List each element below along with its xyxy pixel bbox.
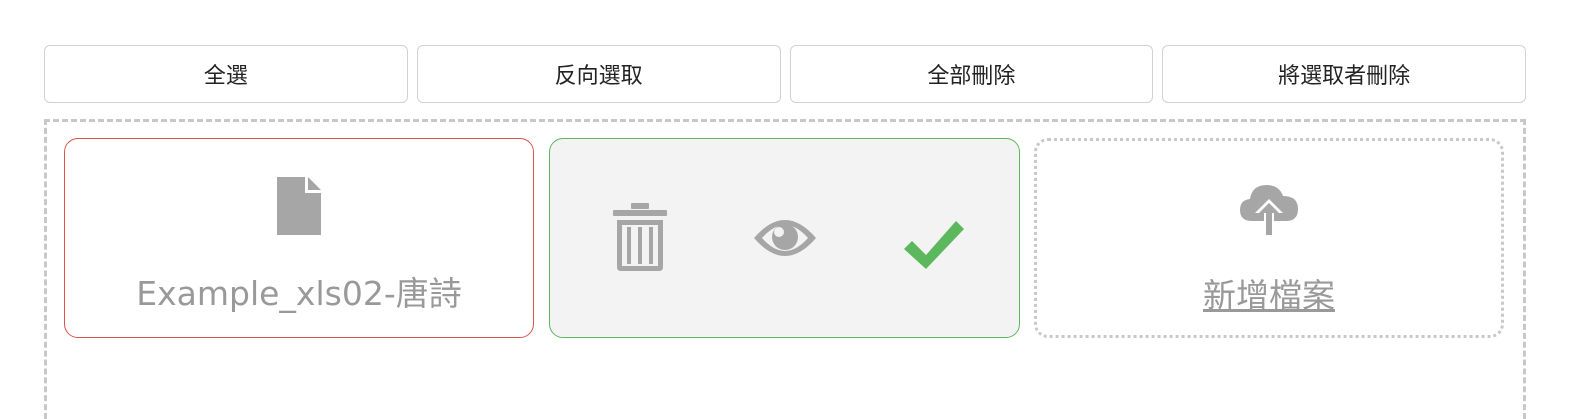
select-all-button[interactable]: 全選 (44, 45, 408, 103)
file-icon (277, 177, 321, 235)
invert-selection-button[interactable]: 反向選取 (416, 45, 781, 103)
file-actions-card (549, 138, 1020, 338)
add-file-card[interactable]: 新增檔案 (1034, 138, 1504, 338)
eye-icon[interactable] (752, 212, 818, 264)
cloud-upload-icon (1240, 185, 1298, 237)
delete-all-button[interactable]: 全部刪除 (789, 45, 1154, 103)
add-file-link[interactable]: 新增檔案 (1203, 269, 1335, 317)
file-card[interactable]: Example_xls02-唐詩 (64, 138, 534, 338)
toolbar: 全選 反向選取 全部刪除 將選取者刪除 (44, 45, 1526, 103)
delete-selected-button[interactable]: 將選取者刪除 (1162, 45, 1526, 103)
check-icon[interactable] (902, 217, 966, 271)
trash-icon[interactable] (612, 203, 668, 271)
file-name: Example_xls02-唐詩 (136, 274, 462, 313)
